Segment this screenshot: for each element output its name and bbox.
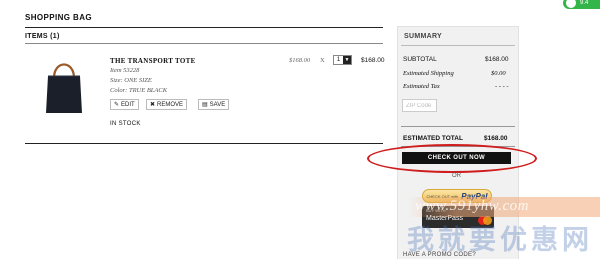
items-divider [25, 43, 383, 44]
title-divider [25, 27, 383, 28]
zip-code-input[interactable] [402, 99, 437, 112]
shipping-label: Estimated Shipping [403, 70, 454, 77]
total-divider [401, 126, 515, 127]
tote-bag-image[interactable] [44, 56, 84, 114]
quantity-value: 1 [336, 57, 341, 63]
or-separator: OR [452, 173, 461, 179]
tax-value: - - - - [495, 83, 509, 90]
items-header: ITEMS (1) [25, 33, 60, 40]
summary-divider [401, 45, 515, 46]
tax-label: Estimated Tax [403, 83, 440, 90]
subtotal-label: SUBTOTAL [403, 56, 437, 63]
items-bottom-divider [25, 143, 383, 144]
line-total: $168.00 [361, 57, 385, 64]
watermark-url: www.591yhw.com [415, 198, 529, 214]
remove-button[interactable]: ✖ REMOVE [146, 99, 188, 110]
summary-title: SUMMARY [404, 33, 443, 40]
product-item-number: Item 53228 [110, 67, 140, 74]
edit-button[interactable]: ✎ EDIT [110, 99, 139, 110]
pencil-icon: ✎ [114, 102, 120, 108]
chevron-down-icon: ▼ [343, 56, 351, 64]
toggle-text: 9.4 [580, 0, 589, 6]
save-icon: ▤ [202, 102, 208, 108]
edit-label: EDIT [121, 101, 135, 108]
product-size: Size: ONE SIZE [110, 77, 152, 84]
subtotal-value: $168.00 [485, 56, 509, 63]
page-title: SHOPPING BAG [25, 13, 93, 22]
unit-price: $168.00 [289, 57, 311, 64]
stock-status: IN STOCK [110, 121, 141, 127]
close-icon: ✖ [150, 102, 156, 108]
shipping-value: $0.00 [491, 70, 506, 77]
times-sign: X [320, 57, 325, 64]
watermark-text: 我就要优惠网 [407, 225, 593, 256]
save-label: SAVE [209, 101, 226, 108]
product-color: Color: TRUE BLACK [110, 87, 168, 94]
save-button[interactable]: ▤ SAVE [198, 99, 230, 110]
highlight-ellipse [367, 144, 537, 173]
product-name[interactable]: THE TRANSPORT TOTE [110, 57, 196, 65]
remove-label: REMOVE [157, 101, 184, 108]
quantity-select[interactable]: 1 ▼ [333, 55, 352, 65]
estimated-total-value: $168.00 [484, 135, 508, 142]
estimated-total-label: ESTIMATED TOTAL [403, 135, 463, 142]
